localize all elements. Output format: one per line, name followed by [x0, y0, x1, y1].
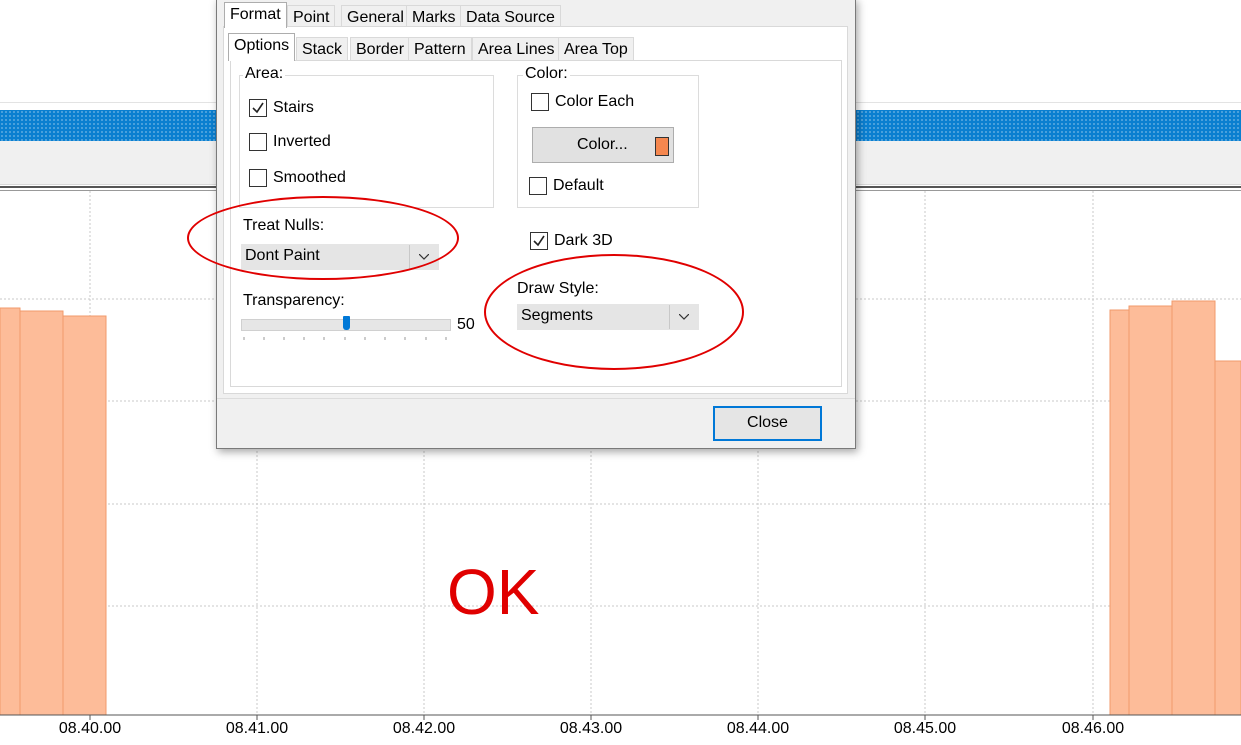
color-each-checkbox[interactable]: [531, 93, 549, 111]
area-step: [1109, 309, 1130, 716]
default-label: Default: [553, 177, 604, 194]
color-swatch: [655, 137, 669, 156]
draw-style-highlight-ellipse: [484, 254, 744, 370]
ok-annotation: OK: [447, 556, 540, 628]
x-tick-label: 08.41.00: [225, 720, 289, 737]
stairs-label: Stairs: [273, 99, 314, 116]
x-tick-label: 08.45.00: [893, 720, 957, 737]
color-group-label: Color:: [523, 65, 570, 83]
transparency-value: 50: [457, 316, 475, 333]
x-tick-label: 08.43.00: [559, 720, 623, 737]
transparency-label: Transparency:: [243, 292, 345, 309]
tab-border[interactable]: Border: [350, 37, 411, 61]
inverted-checkbox[interactable]: [249, 133, 267, 151]
smoothed-checkbox[interactable]: [249, 169, 267, 187]
x-tick-label: 08.44.00: [726, 720, 790, 737]
x-tick-label: 08.40.00: [58, 720, 122, 737]
transparency-ticks: [243, 337, 447, 340]
dialog-footer-divider: [217, 398, 855, 399]
dark-3d-label: Dark 3D: [554, 232, 613, 249]
color-button[interactable]: Color...: [532, 127, 674, 163]
default-checkbox[interactable]: [529, 177, 547, 195]
tab-stack[interactable]: Stack: [296, 37, 349, 61]
treat-nulls-highlight-ellipse: [187, 196, 459, 280]
close-button-label: Close: [747, 414, 788, 431]
color-button-label: Color...: [577, 136, 628, 153]
smoothed-label: Smoothed: [273, 169, 346, 186]
color-each-label: Color Each: [555, 93, 635, 110]
dark-3d-checkbox[interactable]: [530, 232, 548, 250]
stairs-checkbox[interactable]: [249, 99, 267, 117]
area-step: [1128, 305, 1173, 716]
tab-area-top[interactable]: Area Top: [558, 37, 634, 61]
x-tick-label: 08.42.00: [392, 720, 456, 737]
tab-format[interactable]: Format: [224, 2, 287, 28]
close-button[interactable]: Close: [713, 406, 822, 441]
transparency-slider-thumb[interactable]: [342, 316, 350, 330]
area-step: [19, 310, 64, 716]
area-step: [1214, 360, 1241, 716]
area-step: [0, 307, 21, 716]
area-step: [1171, 300, 1216, 716]
tab-area-lines[interactable]: Area Lines: [472, 37, 561, 61]
tab-options[interactable]: Options: [228, 33, 296, 61]
x-tick-label: 08.46.00: [1061, 720, 1125, 737]
tab-pattern[interactable]: Pattern: [408, 37, 472, 61]
inverted-label: Inverted: [273, 133, 331, 150]
area-group-label: Area:: [243, 65, 286, 83]
area-step: [62, 315, 107, 716]
